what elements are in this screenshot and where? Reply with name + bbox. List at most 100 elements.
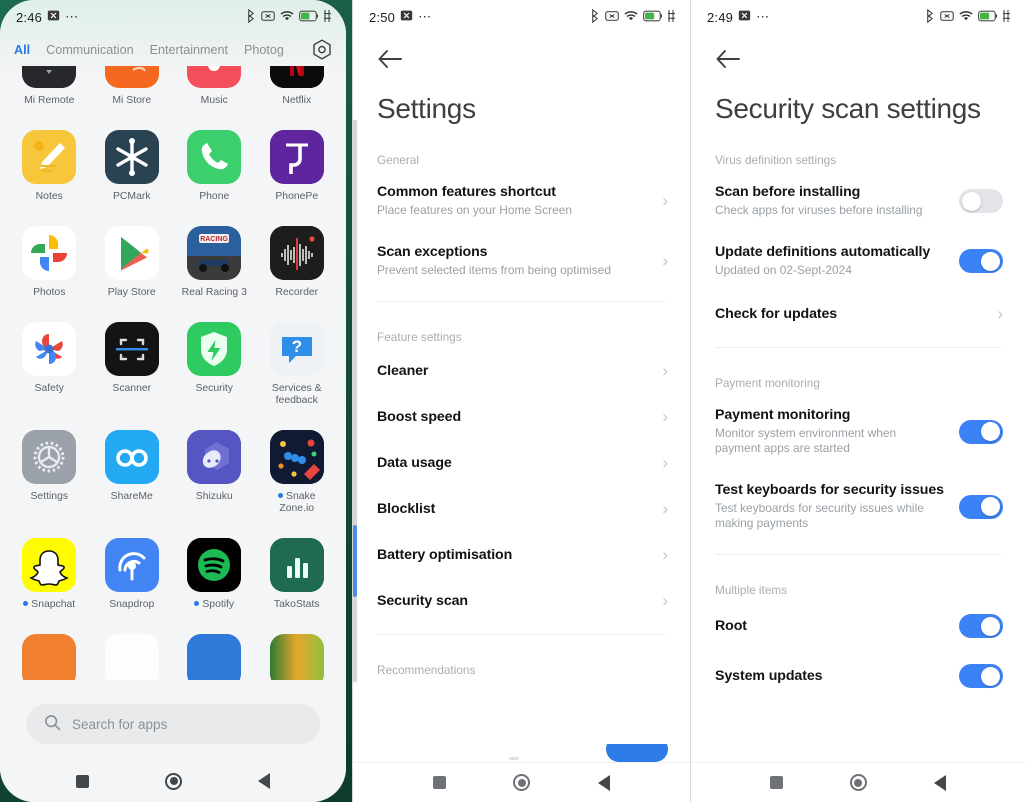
recents-square-icon[interactable] [76,774,89,788]
shizuku-icon[interactable] [187,430,242,484]
app-item[interactable]: Scanner [91,322,174,407]
toggle-root[interactable] [959,614,1003,638]
app-item[interactable]: TakoStats [256,538,339,611]
tab-entertainment[interactable]: Entertainment [150,43,228,57]
back-triangle-icon[interactable] [933,774,946,791]
scrollbar-track[interactable] [353,120,357,682]
play-store-icon[interactable] [104,226,159,280]
recents-square-icon[interactable] [432,776,446,789]
app-item[interactable]: ? Services & feedback [256,322,339,407]
row-common-features-shortcut[interactable]: Common features shortcut Place features … [353,171,690,231]
toggle-scan-before-installing[interactable] [959,189,1003,213]
row-blocklist[interactable]: Blocklist › [353,486,690,532]
row-scan-before-installing[interactable]: Scan before installing Check apps for vi… [691,171,1025,231]
safety-icon[interactable] [22,322,77,376]
row-scan-exceptions[interactable]: Scan exceptions Prevent selected items f… [353,231,690,291]
system-nav-bar[interactable] [691,762,1025,802]
row-system-updates[interactable]: System updates [691,651,1025,701]
row-cleaner[interactable]: Cleaner › [353,348,690,394]
app-item-partial[interactable] [91,634,174,680]
snake-zone-io-icon[interactable] [269,430,324,484]
tab-communication[interactable]: Communication [46,43,134,57]
tab-all[interactable]: All [14,43,30,57]
back-arrow-icon[interactable] [377,50,403,74]
app-item[interactable]: Mi Remote [8,66,91,107]
back-triangle-icon[interactable] [598,774,611,791]
services-feedback-icon[interactable]: ? [269,322,324,376]
phone-icon[interactable] [187,130,242,184]
system-nav-bar[interactable] [353,762,690,802]
pcmark-icon[interactable] [104,130,159,184]
app-item[interactable]: Shizuku [173,430,256,515]
spotify-icon[interactable] [187,538,242,592]
partial-app-icon[interactable] [22,634,77,680]
settings-icon[interactable] [22,430,77,484]
partial-app-icon[interactable] [269,634,324,680]
row-test-keyboards-for-security-issues[interactable]: Test keyboards for security issues Test … [691,469,1025,544]
back-arrow-icon[interactable] [715,50,741,74]
toggle-system-updates[interactable] [959,664,1003,688]
row-security-scan[interactable]: Security scan › [353,578,690,624]
app-item-partial[interactable] [256,634,339,680]
back-triangle-icon[interactable] [258,773,270,789]
recents-square-icon[interactable] [770,776,784,789]
app-item[interactable]: Spotify [173,538,256,611]
app-item[interactable]: Snapdrop [91,538,174,611]
music-icon[interactable] [187,66,242,88]
row-root[interactable]: Root [691,601,1025,651]
app-item[interactable]: Security [173,322,256,407]
toggle-payment-monitoring[interactable] [959,419,1003,444]
app-item[interactable]: Settings [8,430,91,515]
app-item[interactable]: Music [173,66,256,107]
mi-remote-icon[interactable] [22,66,77,88]
app-item[interactable]: ShareMe [91,430,174,515]
recommendation-button-peek[interactable] [606,744,668,762]
app-item[interactable]: Safety [8,322,91,407]
security-icon[interactable] [187,322,242,376]
partial-app-icon[interactable] [104,634,159,680]
partial-app-icon[interactable] [187,634,242,680]
row-boost-speed[interactable]: Boost speed › [353,394,690,440]
row-update-definitions-automatically[interactable]: Update definitions automatically Updated… [691,231,1025,291]
home-circle-icon[interactable] [849,774,867,791]
row-check-for-updates[interactable]: Check for updates › [691,291,1025,337]
scanner-icon[interactable] [104,322,159,376]
gear-hex-icon[interactable] [310,38,334,62]
notes-icon[interactable] [22,130,77,184]
recorder-icon[interactable] [269,226,324,280]
home-circle-icon[interactable] [165,772,182,790]
app-item[interactable]: Phone [173,130,256,203]
app-item[interactable]: Netflix [256,66,339,107]
row-payment-monitoring[interactable]: Payment monitoring Monitor system enviro… [691,394,1025,469]
google-photos-icon[interactable] [22,226,77,280]
app-item[interactable]: Play Store [91,226,174,299]
row-data-usage[interactable]: Data usage › [353,440,690,486]
app-item[interactable]: RACING Real Racing 3 [173,226,256,299]
back-button[interactable] [353,34,690,75]
app-item[interactable]: Mi Store [91,66,174,107]
search-input[interactable]: Search for apps [26,704,320,744]
real-racing-3-icon[interactable]: RACING [187,226,242,280]
home-circle-icon[interactable] [513,774,531,791]
shareme-icon[interactable] [104,430,159,484]
app-item[interactable]: Snake Zone.io [256,430,339,515]
app-item-partial[interactable] [8,634,91,680]
takostats-icon[interactable] [269,538,324,592]
system-nav-bar[interactable] [0,760,346,802]
toggle-update-definitions-automatically[interactable] [959,249,1003,273]
row-battery-optimisation[interactable]: Battery optimisation › [353,532,690,578]
app-item[interactable]: Snapchat [8,538,91,611]
app-item-partial[interactable] [173,634,256,680]
app-grid-scroll-area[interactable]: Mi Remote Mi Store Music Netflix Notes P… [0,66,346,680]
app-item[interactable]: Notes [8,130,91,203]
scrollbar-thumb[interactable] [353,525,357,597]
app-item[interactable]: Photos [8,226,91,299]
snapchat-icon[interactable] [22,538,77,592]
app-item[interactable]: PCMark [91,130,174,203]
category-tabs[interactable]: All Communication Entertainment Photog [0,34,346,66]
back-button[interactable] [691,34,1025,75]
mi-store-icon[interactable] [104,66,159,88]
snapdrop-icon[interactable] [104,538,159,592]
tab-photography[interactable]: Photog [244,43,284,57]
netflix-icon[interactable] [269,66,324,88]
